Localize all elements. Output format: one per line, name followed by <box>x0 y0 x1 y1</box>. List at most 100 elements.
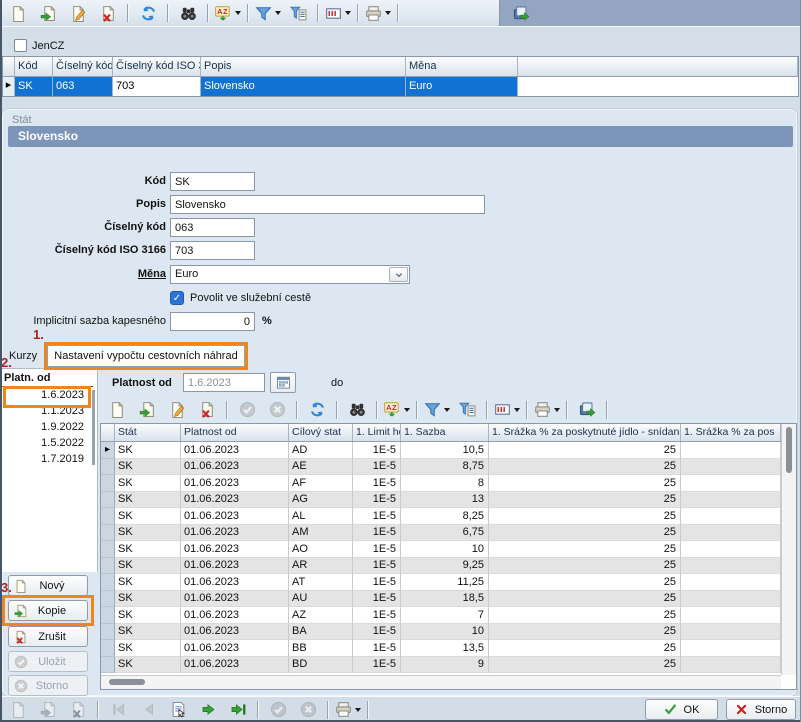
column-header[interactable]: Stát <box>115 424 181 441</box>
iso-3166-field[interactable] <box>170 241 255 260</box>
platnost-od-field[interactable] <box>183 373 265 392</box>
filter-report-button[interactable] <box>283 2 313 24</box>
table-row[interactable]: SK01.06.2023BD1E-5925 <box>101 657 796 674</box>
new-document-button[interactable] <box>3 699 33 721</box>
table-cell: 13 <box>401 492 489 509</box>
filter-report-button[interactable] <box>452 399 482 421</box>
dates-column-header[interactable]: Platn. od <box>0 369 93 387</box>
copy-record-button[interactable] <box>33 699 63 721</box>
export-button[interactable] <box>506 2 536 24</box>
row-selector-header[interactable] <box>101 424 115 441</box>
goto-record-button[interactable] <box>163 699 193 721</box>
column-header[interactable]: Číselný kód <box>53 57 113 76</box>
tab-nastaveni-vypoctu[interactable]: Nastavení vypočtu cestovních náhrad <box>47 345 245 367</box>
column-header[interactable]: 1. Srážka % za pos <box>681 424 781 441</box>
column-header[interactable]: Měna <box>406 57 518 76</box>
storno-button[interactable]: Storno <box>726 699 796 720</box>
edit-record-button[interactable] <box>63 2 93 24</box>
popis-field[interactable] <box>170 195 485 214</box>
accept-button[interactable] <box>232 399 262 421</box>
delete-record-button[interactable] <box>192 399 222 421</box>
cancel-button[interactable] <box>293 699 323 721</box>
table-row[interactable]: SK01.06.2023AU1E-518,525 <box>101 591 796 608</box>
table-row[interactable]: SK01.06.2023AO1E-51025 <box>101 541 796 558</box>
search-button[interactable] <box>342 399 372 421</box>
vertical-scrollbar[interactable] <box>781 424 796 675</box>
table-row[interactable]: SK01.06.2023AM1E-56,7525 <box>101 525 796 542</box>
column-header[interactable]: 1. Sazba <box>401 424 489 441</box>
search-button[interactable] <box>173 2 203 24</box>
new-document-button[interactable] <box>3 2 33 24</box>
table-row[interactable]: SK01.06.2023AG1E-51325 <box>101 492 796 509</box>
table-cell: 1E-5 <box>353 541 401 558</box>
print-button[interactable] <box>532 399 562 421</box>
date-item[interactable]: 1.7.2019 <box>0 451 97 467</box>
table-row[interactable]: SK01.06.2023AL1E-58,2525 <box>101 508 796 525</box>
column-header[interactable]: 1. Limit hodin <box>353 424 401 441</box>
storno-record-button[interactable]: Storno <box>8 675 88 696</box>
date-item[interactable]: 1.5.2022 <box>0 435 97 451</box>
column-header[interactable]: Kód <box>15 57 53 76</box>
columns-button[interactable] <box>492 399 522 421</box>
table-row[interactable]: ▸SK01.06.2023AD1E-510,525 <box>101 442 796 459</box>
table-row[interactable]: SK01.06.2023BA1E-51025 <box>101 624 796 641</box>
nav-first-button[interactable] <box>103 699 133 721</box>
cancel-button[interactable] <box>262 399 292 421</box>
columns-button[interactable] <box>323 2 353 24</box>
table-row[interactable]: SK01.06.2023AT1E-511,2525 <box>101 574 796 591</box>
column-header[interactable]: Cílový stat <box>289 424 353 441</box>
horizontal-scrollbar-thumb[interactable] <box>109 679 145 685</box>
refresh-button[interactable] <box>302 399 332 421</box>
table-row[interactable]: SK01.06.2023BB1E-513,525 <box>101 640 796 657</box>
row-selector-header[interactable] <box>3 57 15 76</box>
print-button[interactable] <box>333 699 363 721</box>
column-header[interactable]: Číselný kód ISO 3166 <box>113 57 201 76</box>
dates-scrollbar-thumb[interactable] <box>92 390 95 465</box>
nav-next-button[interactable] <box>193 699 223 721</box>
kapesne-field[interactable] <box>170 312 255 331</box>
nav-last-button[interactable] <box>223 699 253 721</box>
refresh-button[interactable] <box>133 2 163 24</box>
column-header[interactable]: 1. Srážka % za poskytnuté jídlo - snídan… <box>489 424 681 441</box>
nav-prev-button[interactable] <box>133 699 163 721</box>
calendar-button[interactable] <box>270 372 296 393</box>
export-button[interactable] <box>572 399 602 421</box>
accept-button[interactable] <box>263 699 293 721</box>
novy-button[interactable]: Nový <box>8 575 88 596</box>
ok-button[interactable]: OK <box>645 699 718 720</box>
delete-record-button[interactable] <box>63 699 93 721</box>
filter-button[interactable] <box>422 399 452 421</box>
zrusit-button[interactable]: Zrušit <box>8 626 88 647</box>
country-row-selected[interactable]: ▸ SK 063 703 Slovensko Euro <box>3 77 798 96</box>
copy-record-button[interactable] <box>132 399 162 421</box>
povolit-checkbox[interactable]: ✓ <box>170 291 184 305</box>
date-item[interactable]: 1.9.2022 <box>0 419 97 435</box>
table-row[interactable]: SK01.06.2023AE1E-58,7525 <box>101 459 796 476</box>
table-row[interactable]: SK01.06.2023AZ1E-5725 <box>101 607 796 624</box>
sort-az-button[interactable]: AZ <box>382 399 412 421</box>
column-header[interactable]: Platnost od <box>181 424 289 441</box>
table-row[interactable]: SK01.06.2023AR1E-59,2525 <box>101 558 796 575</box>
sort-az-button[interactable]: AZ <box>213 2 243 24</box>
table-row[interactable]: SK01.06.2023AF1E-5825 <box>101 475 796 492</box>
delete-record-button[interactable] <box>93 2 123 24</box>
ciselny-kod-field[interactable] <box>170 218 255 237</box>
jencz-checkbox[interactable] <box>14 39 27 52</box>
column-header[interactable]: Popis <box>201 57 406 76</box>
vertical-scrollbar-thumb[interactable] <box>786 427 792 473</box>
horizontal-scrollbar[interactable] <box>101 675 781 689</box>
edit-record-button[interactable] <box>162 399 192 421</box>
ulozit-button[interactable]: Uložit <box>8 651 88 672</box>
groupbox-title: Stát <box>12 114 32 126</box>
filter-button[interactable] <box>253 2 283 24</box>
kod-field[interactable] <box>170 172 255 191</box>
mena-combobox[interactable]: Euro <box>170 265 410 284</box>
mena-dropdown-button[interactable] <box>389 267 408 282</box>
master-row-filler <box>518 77 798 96</box>
new-document-button[interactable] <box>102 399 132 421</box>
copy-record-button[interactable] <box>33 2 63 24</box>
table-cell: 01.06.2023 <box>181 492 289 509</box>
tab-kurzy[interactable]: Kurzy <box>9 350 37 362</box>
print-button[interactable] <box>363 2 393 24</box>
table-cell: 1E-5 <box>353 508 401 525</box>
